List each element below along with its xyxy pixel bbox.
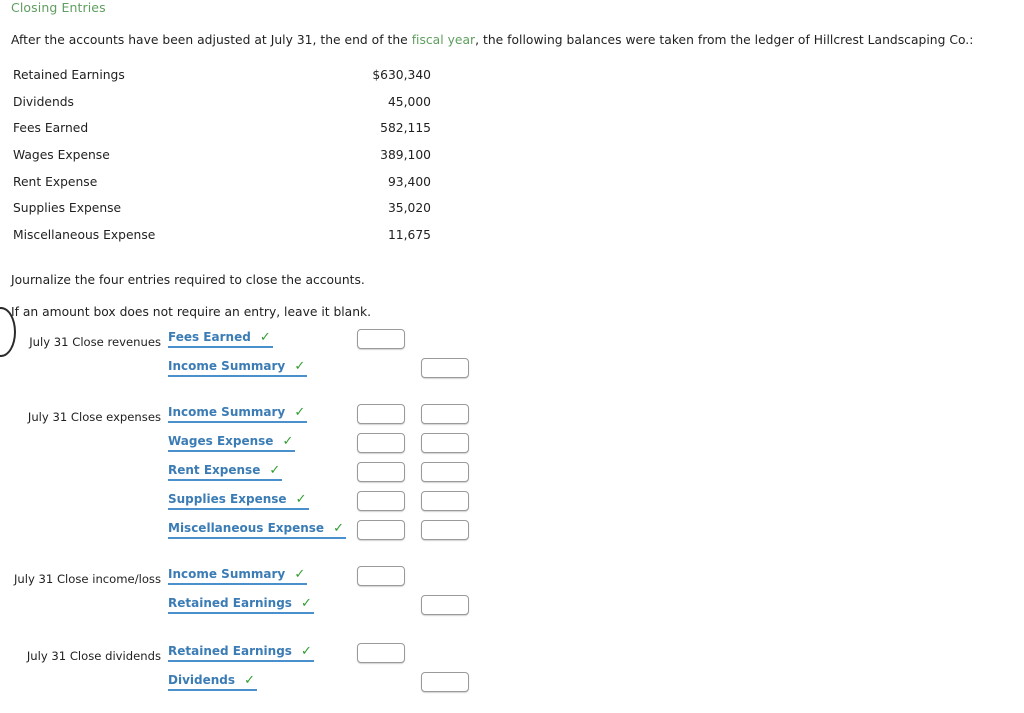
credit-amount-input[interactable] — [421, 595, 469, 615]
debit-amount-input[interactable] — [357, 404, 405, 424]
page-title: Closing Entries — [11, 0, 106, 15]
checkmark-icon: ✓ — [244, 673, 256, 688]
journal-line-row: Income Summary ✓ — [0, 404, 1024, 434]
table-row: Fees Earned 582,115 — [11, 115, 431, 142]
trial-balances-table: Retained Earnings $630,340 Dividends 45,000… — [11, 62, 431, 248]
account-select[interactable]: Dividends ✓ — [168, 673, 258, 691]
table-row: Miscellaneous Expense 11,675 — [11, 222, 431, 249]
journal-line-row: Rent Expense ✓ — [0, 462, 1024, 492]
balances-body: Retained Earnings $630,340 Dividends 45,000… — [11, 62, 431, 248]
intro-text-after: , the following balances were taken from… — [475, 33, 974, 47]
journal-line-row: Income Summary ✓ — [0, 358, 1024, 388]
journal-line-row: Dividends ✓ — [0, 672, 1024, 702]
account-name-label: Income Summary — [168, 359, 286, 373]
credit-amount-input[interactable] — [421, 433, 469, 453]
balance-amount: 11,675 — [387, 227, 431, 242]
instruction-line-2: If an amount box does not require an ent… — [11, 305, 372, 319]
account-select[interactable]: Retained Earnings ✓ — [168, 596, 314, 614]
table-row: Rent Expense 93,400 — [11, 168, 431, 195]
table-row: Supplies Expense 35,020 — [11, 195, 431, 222]
credit-amount-input[interactable] — [421, 491, 469, 511]
credit-amount-input[interactable] — [421, 404, 469, 424]
account-name-label: Rent Expense — [168, 463, 261, 477]
credit-amount-input[interactable] — [421, 462, 469, 482]
journal-line-row: Fees Earned ✓ — [0, 329, 1024, 359]
account-select[interactable]: Income Summary ✓ — [168, 567, 308, 585]
debit-amount-input[interactable] — [357, 329, 405, 349]
debit-amount-input[interactable] — [357, 643, 405, 663]
balance-account-name: Wages Expense — [13, 148, 110, 163]
account-name-label: Income Summary — [168, 567, 286, 581]
account-name-label: Income Summary — [168, 405, 286, 419]
debit-amount-input[interactable] — [357, 566, 405, 586]
account-name-label: Retained Earnings — [168, 644, 292, 658]
journal-line-row: Supplies Expense ✓ — [0, 491, 1024, 521]
account-select[interactable]: Supplies Expense ✓ — [168, 492, 309, 510]
credit-amount-input[interactable] — [421, 520, 469, 540]
account-name-label: Supplies Expense — [168, 492, 287, 506]
account-name-label: Dividends — [168, 673, 236, 687]
table-row: Wages Expense 389,100 — [11, 142, 431, 169]
fiscal-year-link[interactable]: fiscal year — [412, 33, 475, 47]
table-row: Retained Earnings $630,340 — [11, 62, 431, 89]
debit-amount-input[interactable] — [357, 433, 405, 453]
journal-line-row: Income Summary ✓ — [0, 566, 1024, 596]
account-name-label: Miscellaneous Expense — [168, 521, 325, 535]
balance-amount: $630,340 — [372, 68, 431, 83]
account-select[interactable]: Income Summary ✓ — [168, 405, 308, 423]
intro-text-before: After the accounts have been adjusted at… — [11, 33, 412, 47]
account-name-label: Fees Earned — [168, 330, 251, 344]
balance-amount: 93,400 — [387, 174, 431, 189]
balance-account-name: Retained Earnings — [13, 68, 125, 83]
balance-amount: 45,000 — [387, 94, 431, 109]
checkmark-icon: ✓ — [294, 405, 306, 420]
account-name-label: Wages Expense — [168, 434, 274, 448]
debit-amount-input[interactable] — [357, 520, 405, 540]
journal-line-row: Retained Earnings ✓ — [0, 595, 1024, 625]
account-select[interactable]: Wages Expense ✓ — [168, 434, 296, 452]
instruction-line-1: Journalize the four entries required to … — [11, 273, 365, 287]
checkmark-icon: ✓ — [333, 521, 345, 536]
account-name-label: Retained Earnings — [168, 596, 292, 610]
balance-account-name: Supplies Expense — [13, 201, 122, 216]
balance-account-name: Rent Expense — [13, 174, 98, 189]
credit-amount-input[interactable] — [421, 358, 469, 378]
account-select[interactable]: Income Summary ✓ — [168, 359, 308, 377]
account-select[interactable]: Fees Earned ✓ — [168, 330, 273, 348]
checkmark-icon: ✓ — [294, 359, 306, 374]
balance-account-name: Fees Earned — [13, 121, 89, 136]
intro-paragraph: After the accounts have been adjusted at… — [11, 33, 973, 47]
debit-amount-input[interactable] — [357, 491, 405, 511]
table-row: Dividends 45,000 — [11, 89, 431, 116]
journal-line-row: Retained Earnings ✓ — [0, 643, 1024, 673]
balance-account-name: Miscellaneous Expense — [13, 227, 156, 242]
checkmark-icon: ✓ — [301, 644, 312, 659]
checkmark-icon: ✓ — [269, 463, 281, 478]
journal-line-row: Miscellaneous Expense ✓ — [0, 520, 1024, 550]
debit-amount-input[interactable] — [357, 462, 405, 482]
account-select[interactable]: Rent Expense ✓ — [168, 463, 283, 481]
journal-line-row: Wages Expense ✓ — [0, 433, 1024, 463]
balance-account-name: Dividends — [13, 94, 74, 109]
account-select[interactable]: Miscellaneous Expense ✓ — [168, 521, 347, 539]
checkmark-icon: ✓ — [301, 596, 312, 611]
balance-amount: 582,115 — [380, 121, 431, 136]
credit-amount-input[interactable] — [421, 672, 469, 692]
checkmark-icon: ✓ — [259, 330, 271, 345]
balance-amount: 389,100 — [380, 148, 431, 163]
balance-amount: 35,020 — [387, 201, 431, 216]
checkmark-icon: ✓ — [294, 567, 306, 582]
checkmark-icon: ✓ — [282, 434, 294, 449]
account-select[interactable]: Retained Earnings ✓ — [168, 644, 314, 662]
checkmark-icon: ✓ — [295, 492, 307, 507]
